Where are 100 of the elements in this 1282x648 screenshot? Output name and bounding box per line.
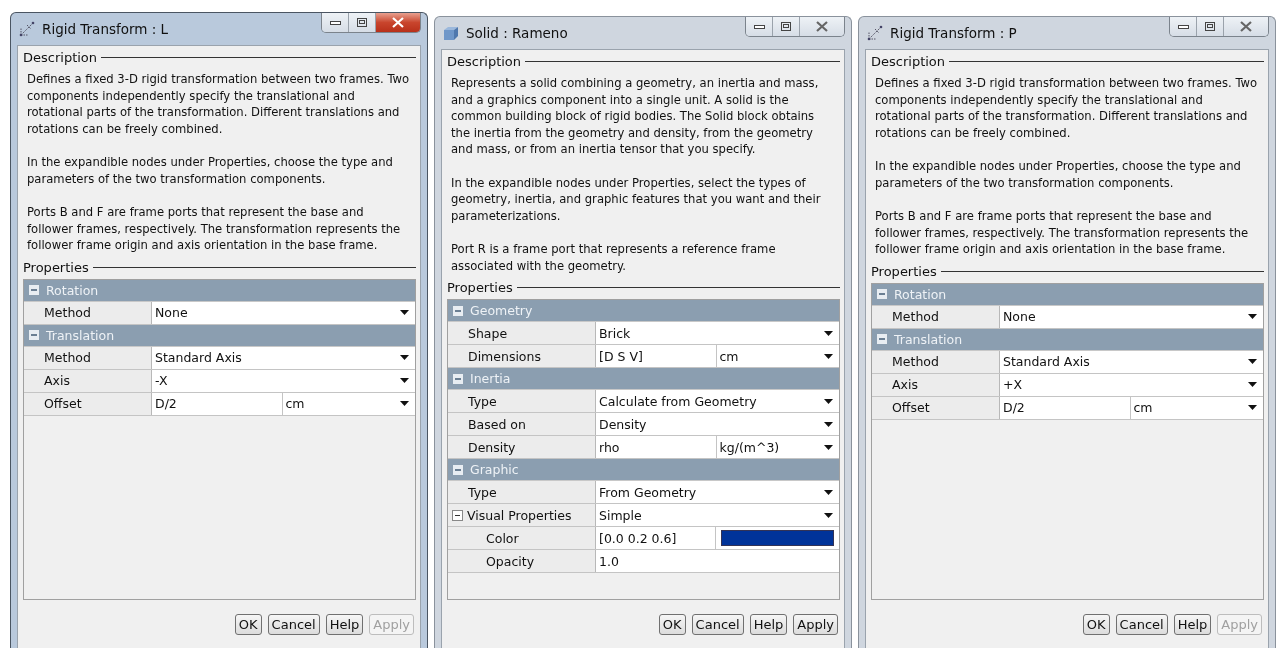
description-text: Ports B and F are frame ports that represent the base and follower frames, respectively. The transformation represents the follower frame origin and axis orientation in the base frame.	[27, 204, 402, 254]
axes-icon	[867, 25, 883, 41]
color-swatch[interactable]	[721, 530, 834, 546]
property-label: Opacity	[486, 553, 535, 569]
caret-icon	[824, 398, 833, 404]
description-text: Defines a fixed 3-D rigid transformation between two frames. Two components independently specify the translational and rotational parts of the transformation. Different translations and rotations can be freely combined.	[875, 75, 1258, 141]
maximize-button[interactable]	[349, 13, 376, 32]
group-label: Translation	[46, 327, 115, 343]
dropdown[interactable]: Simple	[596, 504, 839, 526]
dialog-button[interactable]: Cancel	[691, 613, 744, 635]
window-title: Rigid Transform : L	[42, 21, 170, 37]
minimize-icon	[1177, 24, 1189, 29]
property-label: Dimensions	[468, 348, 541, 364]
maximize-button[interactable]	[1197, 17, 1224, 36]
group-label: Rotation	[894, 286, 947, 302]
dropdown[interactable]: Standard Axis	[1000, 350, 1263, 373]
close-button[interactable]	[376, 13, 420, 32]
property-label: Color	[486, 530, 519, 546]
property-label: Method	[44, 305, 91, 320]
dropdown[interactable]: Standard Axis	[152, 346, 415, 369]
caret-icon	[824, 353, 833, 359]
group-label: Rotation	[46, 282, 99, 298]
input-field[interactable]: [D S V]	[596, 345, 717, 367]
property-label: Visual Properties	[467, 507, 572, 523]
group-label: Translation	[894, 331, 963, 347]
property-label: Offset	[892, 400, 930, 415]
section-heading: Description	[447, 54, 522, 69]
caret-icon	[400, 310, 409, 315]
dialog-button[interactable]: OK	[234, 613, 262, 635]
property-label: Offset	[44, 396, 82, 411]
dropdown[interactable]: None	[1000, 305, 1263, 328]
section-heading: Properties	[23, 259, 89, 275]
minimize-button[interactable]	[322, 13, 349, 32]
property-label: Type	[468, 393, 497, 409]
axes-icon	[19, 21, 35, 37]
section-heading: Properties	[871, 263, 937, 279]
description-text: In the expandible nodes under Properties, select the types of geometry, inertia, and graphic features that you want and their parameterizations.	[451, 174, 822, 224]
property-label: Based on	[468, 416, 526, 432]
property-label: Type	[468, 484, 497, 500]
dropdown[interactable]: None	[152, 301, 415, 324]
cube-icon	[443, 25, 459, 41]
section-heading: Description	[23, 50, 98, 65]
property-label: Method	[44, 350, 91, 365]
caret-icon	[824, 512, 833, 518]
dialog-button[interactable]: Help	[749, 613, 788, 635]
restore-icon	[781, 22, 791, 31]
input-field[interactable]: rho	[596, 436, 717, 458]
maximize-button[interactable]	[773, 17, 800, 36]
caret-icon	[1248, 314, 1257, 319]
dialog-button[interactable]: Cancel	[1115, 613, 1168, 635]
minimize-icon	[753, 24, 765, 29]
description-text: Ports B and F are frame ports that represent the base and follower frames, respectively. The transformation represents the follower frame origin and axis orientation in the base frame.	[875, 208, 1250, 258]
dialog-button[interactable]: Help	[325, 613, 364, 635]
property-label: Axis	[892, 377, 918, 392]
dialog-button[interactable]: Apply	[793, 613, 838, 635]
close-icon	[1240, 21, 1252, 32]
input-field[interactable]: 1.0	[596, 550, 839, 572]
description-text: In the expandible nodes under Properties, choose the type and parameters of the two transformation components.	[27, 154, 394, 187]
dropdown[interactable]: +X	[1000, 373, 1263, 396]
unit-dropdown[interactable]: cm	[716, 345, 839, 367]
description-text: Represents a solid combining a geometry, an inertia and mass, and a graphics component into a single unit. A solid is the common building block of rigid bodies. The Solid block obtains the inertia from the geometry and density, from the geometry and mass, or from an inertia tensor that you specify.	[451, 75, 820, 158]
caret-icon	[1248, 405, 1257, 410]
caret-icon	[1248, 359, 1257, 364]
close-button[interactable]	[1224, 17, 1268, 36]
property-label: Shape	[468, 325, 508, 341]
input-field[interactable]: D/2	[1000, 396, 1131, 419]
minimize-icon	[329, 20, 341, 25]
description-text: Defines a fixed 3-D rigid transformation between two frames. Two components independently specify the translational and rotational parts of the transformation. Different translations and rotations can be freely combined.	[27, 71, 410, 137]
property-label: Axis	[44, 373, 70, 388]
dropdown[interactable]: Brick	[596, 322, 839, 344]
dialog-button[interactable]: OK	[658, 613, 686, 635]
input-field[interactable]: D/2	[152, 392, 283, 415]
restore-icon	[357, 18, 367, 27]
minimize-button[interactable]	[746, 17, 773, 36]
input-field[interactable]: [0.0 0.2 0.6]	[596, 527, 716, 549]
caret-icon	[400, 378, 409, 383]
minimize-button[interactable]	[1170, 17, 1197, 36]
collapse-icon[interactable]	[452, 509, 463, 521]
dialog-button[interactable]: Cancel	[267, 613, 320, 635]
description-text: Port R is a frame port that represents a reference frame associated with the geometry.	[451, 241, 777, 274]
group-label: Geometry	[470, 303, 533, 318]
section-heading: Description	[871, 54, 946, 69]
dropdown[interactable]: -X	[152, 369, 415, 392]
dropdown[interactable]: From Geometry	[596, 481, 839, 503]
close-icon	[392, 17, 404, 28]
caret-icon	[824, 421, 833, 427]
section-heading: Properties	[447, 280, 513, 295]
caret-icon	[400, 355, 409, 360]
dropdown[interactable]: Density	[596, 413, 839, 435]
close-icon	[816, 21, 828, 32]
property-label: Method	[892, 309, 939, 324]
close-button[interactable]	[800, 17, 844, 36]
dialog-button[interactable]: OK	[1082, 613, 1110, 635]
caret-icon	[1248, 382, 1257, 387]
description-text: In the expandible nodes under Properties, choose the type and parameters of the two transformation components.	[875, 158, 1242, 191]
window-title: Solid : Rameno	[466, 25, 569, 41]
unit-dropdown[interactable]: kg/(m^3)	[716, 436, 839, 458]
caret-icon	[824, 489, 833, 495]
dropdown[interactable]: Calculate from Geometry	[596, 390, 839, 412]
dialog-button[interactable]: Help	[1173, 613, 1212, 635]
